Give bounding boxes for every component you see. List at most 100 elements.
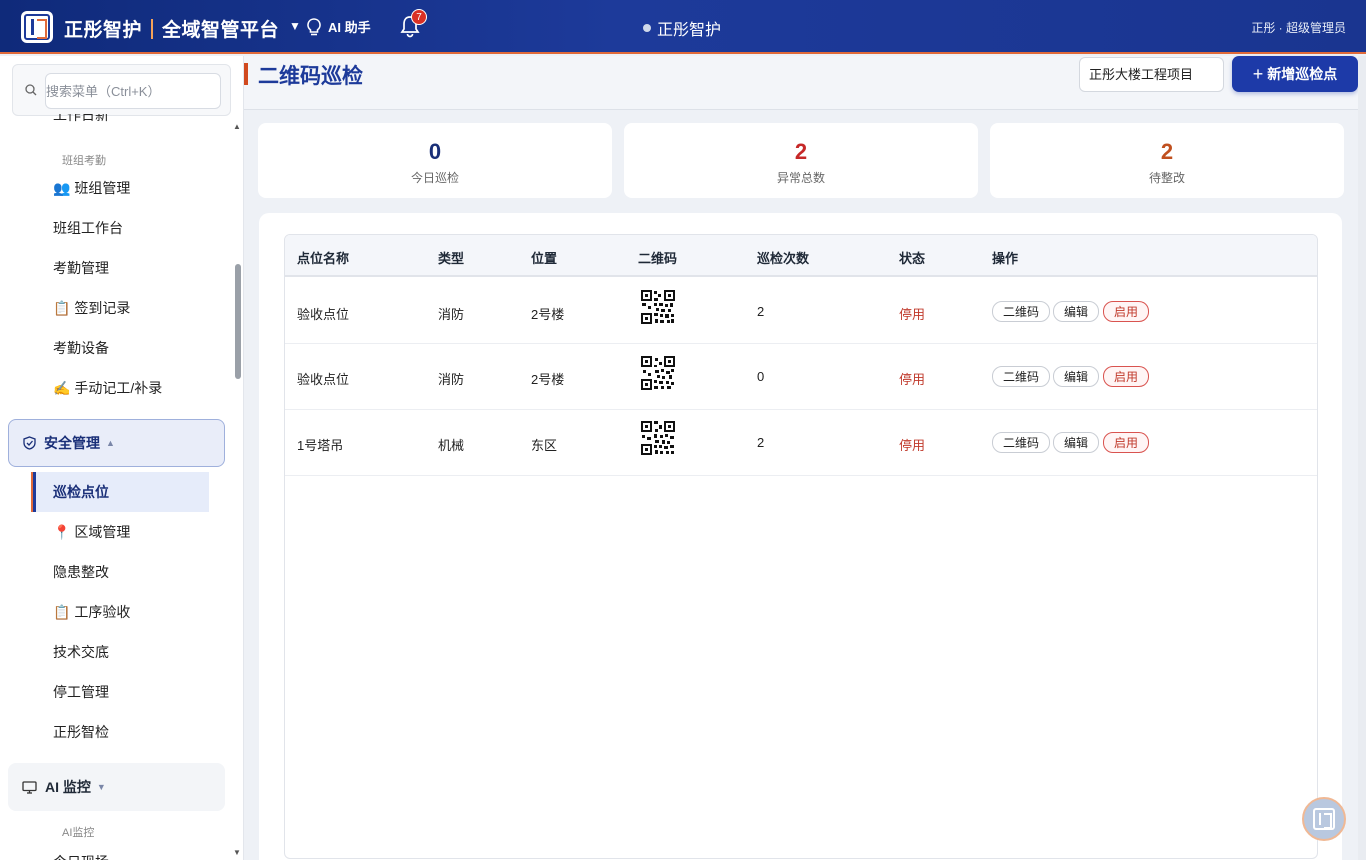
- expand-down-icon: ▼: [96, 782, 106, 792]
- qr-code-icon[interactable]: [641, 421, 675, 455]
- floating-assistant-button[interactable]: [1302, 797, 1346, 841]
- user-info[interactable]: 正彤 · 超级管理员: [1251, 19, 1346, 36]
- column-header: 类型: [438, 251, 465, 266]
- stat-card-abnormal: 2 异常总数: [624, 123, 978, 198]
- edit-button[interactable]: 编辑: [1053, 366, 1099, 387]
- cell-location: 东区: [531, 438, 558, 453]
- cell-count: 2: [757, 304, 765, 319]
- team-icon: 👥: [53, 180, 71, 196]
- sidebar-item-hazard-fix[interactable]: 隐患整改: [53, 562, 109, 582]
- column-header: 状态: [899, 251, 926, 266]
- table-header: 点位名称 类型 位置 二维码 巡检次数 状态 操作: [285, 235, 1317, 277]
- edit-button[interactable]: 编辑: [1053, 301, 1099, 322]
- qr-code-button[interactable]: 二维码: [992, 301, 1050, 322]
- sidebar-item-area-manage[interactable]: 📍 区域管理: [53, 522, 130, 542]
- edit-button[interactable]: 编辑: [1053, 432, 1099, 453]
- writing-hand-icon: ✍️: [53, 380, 71, 396]
- table-row: 1号塔吊 机械 东区 2 停用 二维码 编辑 启用: [285, 410, 1317, 476]
- cell-location: 2号楼: [531, 307, 565, 322]
- group-label-team: 班组考勤: [62, 155, 106, 167]
- stat-value: 2: [1160, 139, 1174, 164]
- sidebar-section-safety[interactable]: 安全管理 ▲: [8, 419, 225, 467]
- cell-count: 2: [757, 435, 765, 450]
- brand-title: 正彤智护 全域智管平台: [64, 15, 279, 42]
- center-title: 正彤智护: [643, 16, 721, 40]
- sidebar-item-team-workbench[interactable]: 班组工作台: [53, 218, 123, 238]
- brand-logo[interactable]: [21, 11, 53, 43]
- column-header: 二维码: [638, 251, 678, 266]
- brand-logo-icon: [1313, 808, 1335, 830]
- stat-label: 异常总数: [776, 171, 825, 185]
- shield-icon: [23, 436, 36, 450]
- sidebar-item-manual-record[interactable]: ✍️ 手动记工/补录: [53, 378, 162, 398]
- collapse-up-icon: ▲: [106, 438, 115, 448]
- sidebar-section-ai-monitor[interactable]: AI 监控 ▼: [8, 763, 225, 811]
- cell-type: 消防: [438, 372, 465, 387]
- platform-dropdown-icon[interactable]: ▼: [289, 19, 301, 33]
- stat-card-today: 0 今日巡检: [258, 123, 612, 198]
- status-badge: 停用: [899, 307, 926, 322]
- main-scrollbar-track[interactable]: [1358, 56, 1366, 860]
- cell-name: 1号塔吊: [297, 438, 344, 453]
- sidebar-item-tech-briefing[interactable]: 技术交底: [53, 642, 109, 662]
- search-icon: [25, 84, 37, 96]
- sidebar-item-attendance[interactable]: 考勤管理: [53, 258, 109, 278]
- stat-value: 2: [794, 139, 808, 164]
- cell-name: 验收点位: [297, 307, 350, 322]
- sidebar-item-team-manage[interactable]: 👥 班组管理: [53, 178, 130, 198]
- column-header: 巡检次数: [757, 251, 810, 266]
- status-dot: [643, 24, 651, 32]
- add-inspection-point-button[interactable]: + 新增巡检点: [1232, 56, 1358, 92]
- pin-icon: 📍: [53, 524, 71, 540]
- qr-code-icon[interactable]: [641, 356, 675, 390]
- sidebar: 工作日新 班组考勤 👥 班组管理 班组工作台 考勤管理 📋 签到记录 考勤设备 …: [0, 56, 244, 860]
- lightbulb-icon: [307, 17, 321, 35]
- cell-count: 0: [757, 369, 765, 384]
- column-header: 点位名称: [297, 251, 350, 266]
- table-row: 验收点位 消防 2号楼 0 停用 二维码 编辑 启用: [285, 344, 1317, 410]
- notification-badge: 7: [411, 9, 427, 25]
- sidebar-item-checkin-records[interactable]: 📋 签到记录: [53, 298, 130, 318]
- enable-button[interactable]: 启用: [1103, 432, 1149, 453]
- cell-type: 机械: [438, 438, 465, 453]
- menu-search-input[interactable]: [45, 73, 221, 109]
- project-select[interactable]: 正彤大楼工程项目: [1079, 57, 1224, 92]
- brand-separator: [151, 18, 154, 39]
- stat-label: 待整改: [1148, 171, 1185, 185]
- plus-icon: +: [1252, 64, 1264, 84]
- status-badge: 停用: [899, 372, 926, 387]
- sidebar-scrollbar-thumb[interactable]: [235, 264, 241, 379]
- scroll-down-icon[interactable]: ▼: [233, 848, 241, 857]
- menu-search-box: [12, 64, 231, 116]
- platform-name: 全域智管平台: [162, 20, 280, 41]
- brand-name: 正彤智护: [64, 20, 143, 41]
- ai-helper-label: AI 助手: [328, 20, 371, 35]
- top-header: 正彤智护 全域智管平台 ▼ AI 助手 7 正彤智护 正彤 · 超级管理员: [0, 0, 1366, 54]
- ai-helper-button[interactable]: AI 助手: [306, 17, 371, 36]
- enable-button[interactable]: 启用: [1103, 366, 1149, 387]
- inspection-points-table: 点位名称 类型 位置 二维码 巡检次数 状态 操作 验收点位 消防 2号楼 2 …: [284, 234, 1318, 859]
- sidebar-item-inspection-points[interactable]: 巡检点位: [31, 472, 209, 512]
- status-badge: 停用: [899, 438, 926, 453]
- scroll-up-icon[interactable]: ▲: [233, 122, 241, 131]
- clipboard-icon: 📋: [53, 604, 71, 620]
- sidebar-item-cut-top[interactable]: 工作日新: [53, 114, 109, 128]
- column-header: 操作: [992, 251, 1019, 266]
- sidebar-item-cut-bottom[interactable]: 今日现场: [53, 852, 109, 860]
- stat-card-pending: 2 待整改: [990, 123, 1344, 198]
- qr-code-button[interactable]: 二维码: [992, 432, 1050, 453]
- qr-code-icon[interactable]: [641, 290, 675, 324]
- sidebar-item-work-stoppage[interactable]: 停工管理: [53, 682, 109, 702]
- sidebar-item-attendance-devices[interactable]: 考勤设备: [53, 338, 109, 358]
- cell-name: 验收点位: [297, 372, 350, 387]
- title-accent-bar: [244, 63, 248, 85]
- page-title: 二维码巡检: [258, 65, 363, 88]
- sidebar-item-smart-inspect[interactable]: 正彤智检: [53, 722, 109, 742]
- cell-location: 2号楼: [531, 372, 565, 387]
- qr-code-button[interactable]: 二维码: [992, 366, 1050, 387]
- stat-label: 今日巡检: [410, 171, 459, 185]
- enable-button[interactable]: 启用: [1103, 301, 1149, 322]
- center-title-text: 正彤智护: [657, 22, 722, 39]
- sidebar-item-process-acceptance[interactable]: 📋 工序验收: [53, 602, 130, 622]
- column-header: 位置: [531, 251, 558, 266]
